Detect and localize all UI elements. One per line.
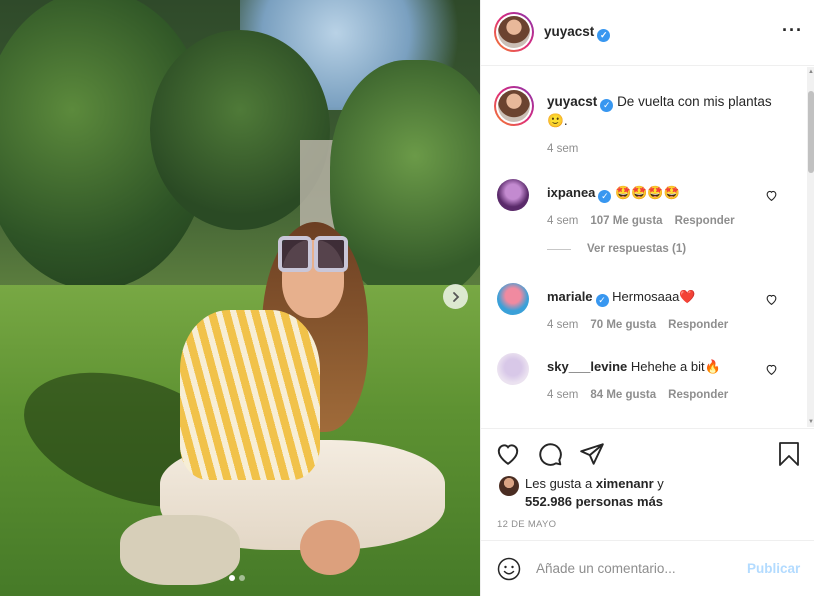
replies-divider bbox=[547, 248, 571, 250]
comment-icon[interactable] bbox=[537, 441, 563, 467]
heart-icon[interactable] bbox=[765, 189, 778, 202]
heart-icon[interactable] bbox=[765, 363, 778, 376]
add-comment-bar: Añade un comentario... Publicar bbox=[481, 540, 814, 596]
bookmark-icon[interactable] bbox=[777, 441, 801, 467]
more-options-icon[interactable]: ··· bbox=[782, 20, 803, 41]
post-author-username[interactable]: yuyacst ✓ bbox=[544, 24, 611, 42]
story-ring[interactable] bbox=[494, 12, 534, 52]
comment-input[interactable]: Añade un comentario... bbox=[536, 561, 676, 576]
verified-badge-icon: ✓ bbox=[597, 29, 611, 42]
person-shirt bbox=[180, 310, 320, 480]
verified-badge-icon: ✓ bbox=[598, 190, 612, 203]
likes-first-user[interactable]: ximenanr bbox=[596, 476, 654, 491]
scroll-up-icon[interactable]: ▲ bbox=[808, 69, 814, 75]
comment-meta: 4 sem 70 Me gusta Responder bbox=[547, 319, 728, 331]
post-header: yuyacst ✓ ··· bbox=[481, 0, 814, 66]
caption-emoji: 🙂 bbox=[547, 113, 564, 128]
comment-text: Hehehe a bit🔥 bbox=[630, 359, 721, 374]
view-replies-label[interactable]: Ver respuestas (1) bbox=[587, 243, 686, 255]
avatar[interactable] bbox=[497, 353, 529, 385]
verified-badge-icon: ✓ bbox=[595, 294, 609, 307]
scrollbar-thumb[interactable] bbox=[808, 91, 814, 173]
post-sidebar: yuyacst ✓ ··· yuyacst ✓ De vuelta con mis … bbox=[480, 0, 814, 596]
comment-time[interactable]: 4 sem bbox=[547, 215, 578, 227]
post-caption: yuyacst ✓ De vuelta con mis plantas 🙂. bbox=[547, 93, 787, 130]
heart-icon[interactable] bbox=[765, 293, 778, 306]
comment-likes[interactable]: 107 Me gusta bbox=[590, 215, 662, 227]
avatar[interactable] bbox=[497, 283, 529, 315]
person-cushion bbox=[120, 515, 240, 585]
comment-time[interactable]: 4 sem bbox=[547, 319, 578, 331]
story-ring[interactable] bbox=[494, 86, 534, 126]
comment-item: mariale ✓ Hermosaaa❤️ 4 sem 70 Me gusta R… bbox=[481, 283, 801, 343]
caption-text: De vuelta con mis plantas bbox=[617, 94, 772, 109]
comment-meta: 4 sem 84 Me gusta Responder bbox=[547, 389, 728, 401]
comment-item: ixpanea ✓ 🤩🤩🤩🤩 4 sem 107 Me gusta Respond… bbox=[481, 179, 801, 239]
comment-likes[interactable]: 84 Me gusta bbox=[590, 389, 656, 401]
comment-username[interactable]: ixpanea bbox=[547, 185, 595, 200]
carousel-dot-active bbox=[229, 575, 235, 581]
post-photo[interactable] bbox=[0, 0, 480, 596]
avatar[interactable] bbox=[498, 90, 530, 122]
comment-likes[interactable]: 70 Me gusta bbox=[590, 319, 656, 331]
verified-badge-icon: ✓ bbox=[600, 99, 614, 112]
comment-text: Hermosaaa❤️ bbox=[612, 289, 696, 304]
share-icon[interactable] bbox=[579, 441, 605, 467]
emoji-icon[interactable] bbox=[497, 557, 521, 581]
action-icons bbox=[495, 441, 605, 467]
avatar[interactable] bbox=[498, 16, 530, 48]
chevron-right-icon bbox=[452, 291, 459, 302]
carousel-dot bbox=[239, 575, 245, 581]
reply-button[interactable]: Responder bbox=[668, 319, 728, 331]
comment-text: 🤩🤩🤩🤩 bbox=[615, 185, 680, 200]
comments-list[interactable]: yuyacst ✓ De vuelta con mis plantas 🙂. 4 … bbox=[481, 67, 814, 427]
publish-button[interactable]: Publicar bbox=[747, 561, 800, 576]
comment-item: sky___levine Hehehe a bit🔥 4 sem 84 Me g… bbox=[481, 353, 801, 413]
username-text[interactable]: yuyacst bbox=[544, 24, 594, 39]
person-hands bbox=[300, 520, 360, 575]
next-photo-button[interactable] bbox=[443, 284, 468, 309]
view-replies-button[interactable]: Ver respuestas (1) bbox=[547, 243, 686, 255]
carousel-dots bbox=[229, 575, 245, 581]
comment-username[interactable]: mariale bbox=[547, 289, 593, 304]
reply-button[interactable]: Responder bbox=[668, 389, 728, 401]
heart-icon[interactable] bbox=[495, 441, 521, 467]
avatar[interactable] bbox=[497, 179, 529, 211]
comment-time[interactable]: 4 sem bbox=[547, 389, 578, 401]
reply-button[interactable]: Responder bbox=[675, 215, 735, 227]
caption-period: . bbox=[563, 113, 568, 128]
caption-timestamp[interactable]: 4 sem bbox=[547, 143, 578, 155]
comment-body: sky___levine Hehehe a bit🔥 bbox=[547, 359, 721, 375]
comment-body: ixpanea ✓ 🤩🤩🤩🤩 bbox=[547, 185, 680, 203]
post-date[interactable]: 12 DE MAYO bbox=[497, 519, 556, 530]
comment-meta: 4 sem 107 Me gusta Responder bbox=[547, 215, 735, 227]
person-sunglasses bbox=[278, 236, 350, 276]
scroll-down-icon[interactable]: ▼ bbox=[808, 419, 814, 425]
likes-prefix: Les gusta a bbox=[525, 476, 593, 491]
post-actions: Les gusta a ximenanr y 552.986 personas … bbox=[481, 428, 814, 540]
comment-body: mariale ✓ Hermosaaa❤️ bbox=[547, 289, 696, 307]
caption-username[interactable]: yuyacst bbox=[547, 94, 597, 109]
likes-and: y bbox=[657, 476, 664, 491]
likes-others[interactable]: 552.986 personas más bbox=[525, 494, 663, 509]
avatar[interactable] bbox=[499, 476, 519, 496]
likes-summary: Les gusta a ximenanr y 552.986 personas … bbox=[525, 475, 664, 511]
comments-scrollbar[interactable]: ▲ ▼ bbox=[807, 67, 814, 427]
comment-username[interactable]: sky___levine bbox=[547, 359, 627, 374]
